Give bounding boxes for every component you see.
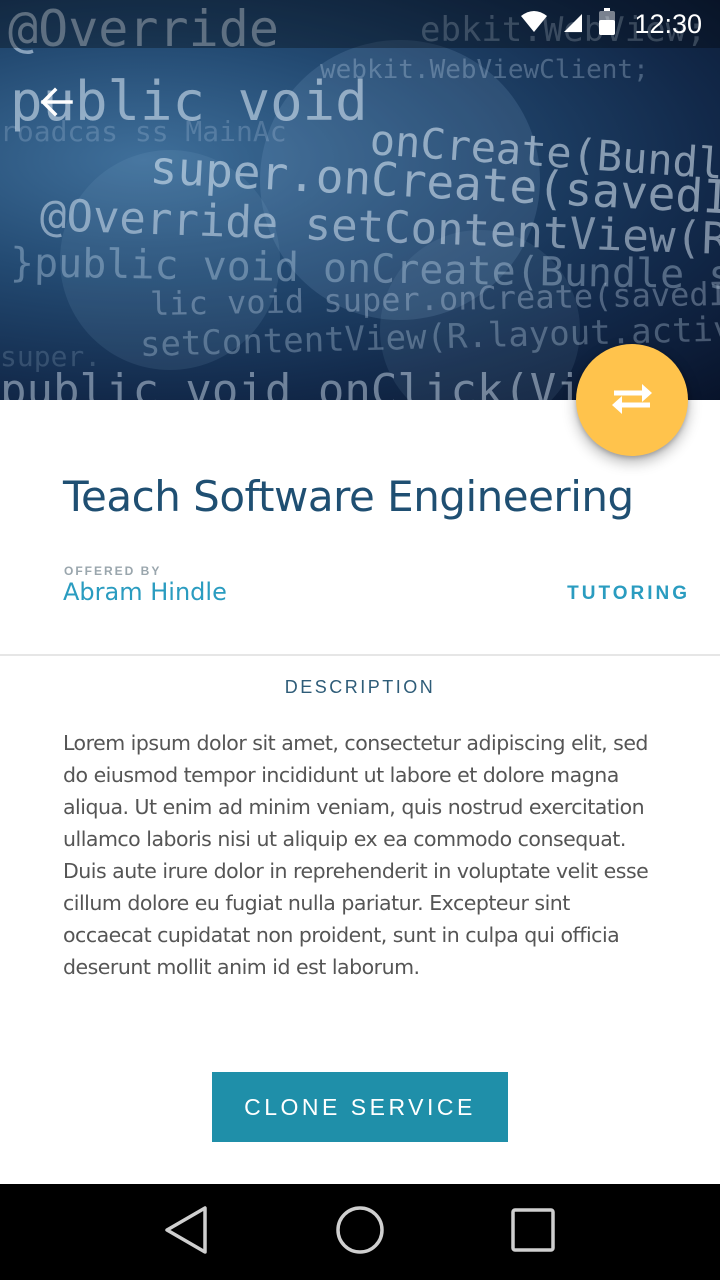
swap-fab-button[interactable]: [576, 344, 688, 456]
clone-service-button[interactable]: CLONE SERVICE: [212, 1072, 508, 1142]
header-code-text: public void onClick(View: [0, 365, 636, 400]
divider: [0, 654, 720, 656]
nav-back-button[interactable]: [147, 1192, 227, 1272]
status-icons: 12:30: [520, 7, 702, 41]
offered-by-name[interactable]: Abram Hindle: [63, 578, 227, 606]
status-time: 12:30: [634, 8, 702, 39]
wifi-icon: [520, 10, 548, 39]
square-recents-icon: [509, 1206, 557, 1259]
offered-by-label: OFFERED BY: [64, 564, 162, 578]
signal-icon: [562, 10, 584, 39]
header-image: @Override ebkit.WebView; extends public …: [0, 0, 720, 400]
service-category: TUTORING: [567, 583, 690, 604]
status-bar: 12:30: [0, 0, 720, 48]
description-text: Lorem ipsum dolor sit amet, consectetur …: [63, 731, 649, 979]
battery-icon: [598, 7, 616, 41]
navigation-bar: [0, 1184, 720, 1280]
nav-home-button[interactable]: [320, 1192, 400, 1272]
nav-recents-button[interactable]: [493, 1192, 573, 1272]
header-code-text: webkit.WebViewClient;: [320, 55, 649, 85]
circle-home-icon: [334, 1204, 386, 1261]
service-title: Teach Software Engineering: [63, 472, 634, 521]
description-heading: DESCRIPTION: [284, 677, 436, 697]
back-button[interactable]: [28, 80, 84, 128]
triangle-back-icon: [163, 1204, 211, 1261]
swap-horiz-icon: [608, 378, 656, 423]
arrow-left-icon: [39, 87, 73, 122]
